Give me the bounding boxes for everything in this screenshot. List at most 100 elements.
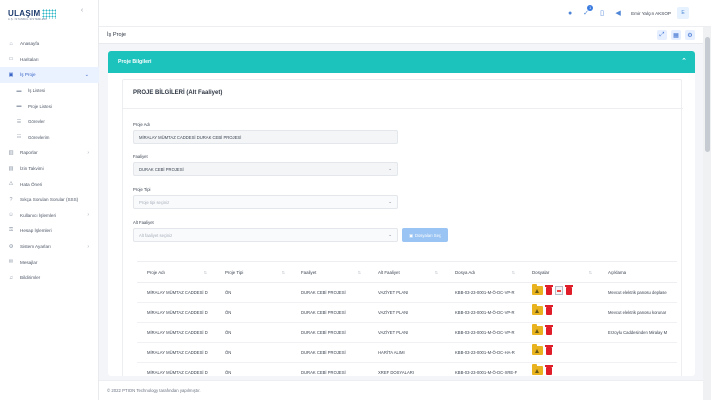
sidebar-item-label: Haritaları [20, 56, 39, 62]
th-aciklama[interactable]: Açıklama [608, 270, 668, 275]
cell-project: MİRALAY MÜMTAZ CADDESİ D [147, 330, 208, 335]
th-dosya-adi[interactable]: Dosya Adı ⇅ [455, 270, 515, 275]
select-documents-label: Dosyaları Seç [414, 232, 442, 238]
pdf-file-icon[interactable] [555, 286, 563, 295]
sidebar-subitem-gorevler[interactable]: ☰ Görevler [0, 114, 99, 130]
cell-file-name: KBB-03-23-0001-M-Ö-DC-HA-R [455, 350, 515, 355]
table-row[interactable]: MİRALAY MÜMTAZ CADDESİ D ÖN DURAK CEBİ P… [137, 283, 677, 303]
activity-select[interactable]: DURAK CEBİ PROJESİ ⌄ [133, 162, 398, 176]
calendar-icon: ▤ [8, 165, 14, 172]
table-row[interactable]: MİRALAY MÜMTAZ CADDESİ D ÖN DURAK CEBİ P… [137, 323, 677, 343]
sidebar-item-label: Proje Listesi [28, 103, 52, 109]
delete-icon[interactable] [565, 285, 573, 295]
chat-icon[interactable]: ● [565, 8, 575, 18]
th-faaliyet[interactable]: Faaliyet ⇅ [301, 270, 361, 275]
sidebar-subitem-is-listesi[interactable]: ▬ İş Listesi [0, 83, 99, 99]
page-scrollbar[interactable] [703, 27, 711, 400]
gear-icon: ⚙ [8, 243, 14, 250]
chevron-up-icon[interactable]: ⌃ [681, 57, 687, 65]
project-info-card: Proje Bilgileri ⌃ PROJE BİLGİLERİ (Alt F… [108, 51, 695, 376]
cell-project: MİRALAY MÜMTAZ CADDESİ D [147, 350, 208, 355]
sidebar-item-label: Görevlerim [28, 134, 50, 140]
clipboard-icon[interactable]: ▯ [597, 8, 607, 18]
avatar[interactable]: E [677, 7, 689, 19]
folder-icon: ▬ [16, 87, 22, 94]
logo[interactable]: ULAŞIM A.Ş. İSTANBUL SİSTEMLERİ ‹ [0, 0, 98, 27]
layout-icon[interactable]: ▦ [671, 30, 681, 40]
sidebar-item-izin-takvimi[interactable]: ▤ İzin Takvimi [0, 161, 99, 177]
user-name[interactable]: Emir Yalçın AKSOP [631, 11, 671, 16]
sub-activity-select[interactable]: Alt faaliyet seçiniz ⌄ [133, 228, 398, 242]
footer: © 2022 PTION Technology tarafından yapıl… [99, 380, 703, 400]
sidebar-item-maps[interactable]: ▭ Haritaları [0, 52, 99, 68]
folder-icon[interactable] [532, 304, 543, 315]
delete-icon[interactable] [545, 345, 553, 355]
page-header: İş Proje ⤢ ▦ ⚙ [99, 27, 703, 44]
cell-activity: DURAK CEBİ PROJESİ [301, 310, 346, 315]
sidebar-item-hata-oneri[interactable]: ⚠ Hata Öneri [0, 176, 99, 192]
cell-files [532, 324, 553, 335]
th-proje-tipi[interactable]: Proje Tipi ⇅ [225, 270, 285, 275]
folder-icon[interactable] [532, 344, 543, 355]
project-type-select[interactable]: Proje tipi seçiniz ⌄ [133, 195, 398, 209]
sidebar-item-home[interactable]: ⌂ Anasayfa [0, 36, 99, 52]
tasks-icon[interactable]: ✓ 1 [581, 5, 594, 18]
project-name-field[interactable]: MİRALAY MÜMTAZ CADDESİ DURAK CEBİ PROJES… [133, 130, 398, 144]
select-documents-button[interactable]: ▣ Dosyaları Seç [402, 228, 448, 242]
notification-badge: 1 [587, 5, 594, 11]
list-check-icon: ☷ [16, 134, 22, 141]
folder-icon[interactable] [532, 364, 543, 375]
scrollbar-thumb[interactable] [704, 37, 710, 152]
fullscreen-icon[interactable]: ⤢ [657, 30, 667, 40]
table-row[interactable]: MİRALAY MÜMTAZ CADDESİ D ÖN DURAK CEBİ P… [137, 343, 677, 363]
sort-icon: ⇅ [434, 269, 438, 275]
sidebar-item-mesajlar[interactable]: ✉ Mesajlar [0, 254, 99, 270]
cell-activity: DURAK CEBİ PROJESİ [301, 290, 346, 295]
cell-file-name: KBB-03-23-0001-M-Ö-DC-VP-R [455, 290, 515, 295]
cell-files [532, 284, 573, 295]
delete-icon[interactable] [545, 285, 553, 295]
project-type-placeholder: Proje tipi seçiniz [139, 199, 170, 205]
sidebar-item-sistem-ayarlari[interactable]: ⚙ Sistem Ayarları › [0, 239, 99, 255]
cell-file-name: KBB-03-23-0001-M-Ö-DC-XRE-F [455, 370, 518, 375]
cell-type: ÖN [225, 350, 232, 355]
chevron-right-icon: › [87, 149, 89, 156]
delete-icon[interactable] [545, 305, 553, 315]
sidebar-subitem-gorevlerim[interactable]: ☷ Görevlerim [0, 130, 99, 146]
cell-description: Mevcut elektrik panosu korunar [608, 310, 667, 315]
sidebar-collapse-icon[interactable]: ‹ [78, 7, 86, 15]
card-header[interactable]: Proje Bilgileri ⌃ [108, 51, 695, 73]
settings-icon[interactable]: ⚙ [685, 30, 695, 40]
sidebar-item-hesap-islemleri[interactable]: ⚿ Hesap İşlemleri [0, 223, 99, 239]
delete-icon[interactable] [545, 365, 553, 375]
cell-sub-activity: VAZİYET PLANI [378, 310, 409, 315]
sidebar-subitem-proje-listesi[interactable]: ▬ Proje Listesi [0, 98, 99, 114]
cell-sub-activity: VAZİYET PLANI [378, 290, 409, 295]
page-header-actions: ⤢ ▦ ⚙ [657, 30, 695, 40]
sidebar-item-label: Bildirimler [20, 275, 41, 281]
folder-icon[interactable] [532, 324, 543, 335]
sidebar-item-bildirimler[interactable]: ♫ Bildirimler [0, 270, 99, 286]
chevron-down-icon: ⌄ [388, 232, 392, 237]
bell-icon: ♫ [8, 274, 14, 281]
map-icon: ▭ [8, 56, 14, 63]
sidebar-nav: ⌂ Anasayfa ▭ Haritaları ▣ İş Proje ⌄ ▬ İ… [0, 36, 99, 286]
sort-icon: ⇅ [511, 269, 515, 275]
megaphone-icon[interactable]: ◀ [613, 8, 623, 18]
th-alt-faaliyet[interactable]: Alt Faaliyet ⇅ [378, 270, 438, 275]
topbar: ● ✓ 1 ▯ ◀ Emir Yalçın AKSOP E [99, 0, 711, 27]
table-row[interactable]: MİRALAY MÜMTAZ CADDESİ D ÖN DURAK CEBİ P… [137, 363, 677, 376]
sidebar-item-kullanici-islemleri[interactable]: ☺ Kullanıcı İşlemleri › [0, 208, 99, 224]
delete-icon[interactable] [545, 325, 553, 335]
sort-icon: ⇅ [281, 269, 285, 275]
folder-icon[interactable] [532, 284, 543, 295]
sidebar-item-raporlar[interactable]: ▥ Raporlar › [0, 145, 99, 161]
sidebar-item-is-proje[interactable]: ▣ İş Proje ⌄ [0, 67, 99, 83]
chevron-right-icon: › [87, 212, 89, 219]
sidebar-item-label: İzin Takvimi [20, 166, 44, 172]
project-name-label: Proje Adı [133, 122, 150, 127]
sidebar-item-sss[interactable]: ? Sıkça Sorulan Sorular (SSS) [0, 192, 99, 208]
th-dosyalar[interactable]: Dosyalar ⇅ [532, 270, 592, 275]
th-proje-adi[interactable]: Proje Adı ⇅ [147, 270, 207, 275]
table-row[interactable]: MİRALAY MÜMTAZ CADDESİ D ÖN DURAK CEBİ P… [137, 303, 677, 323]
